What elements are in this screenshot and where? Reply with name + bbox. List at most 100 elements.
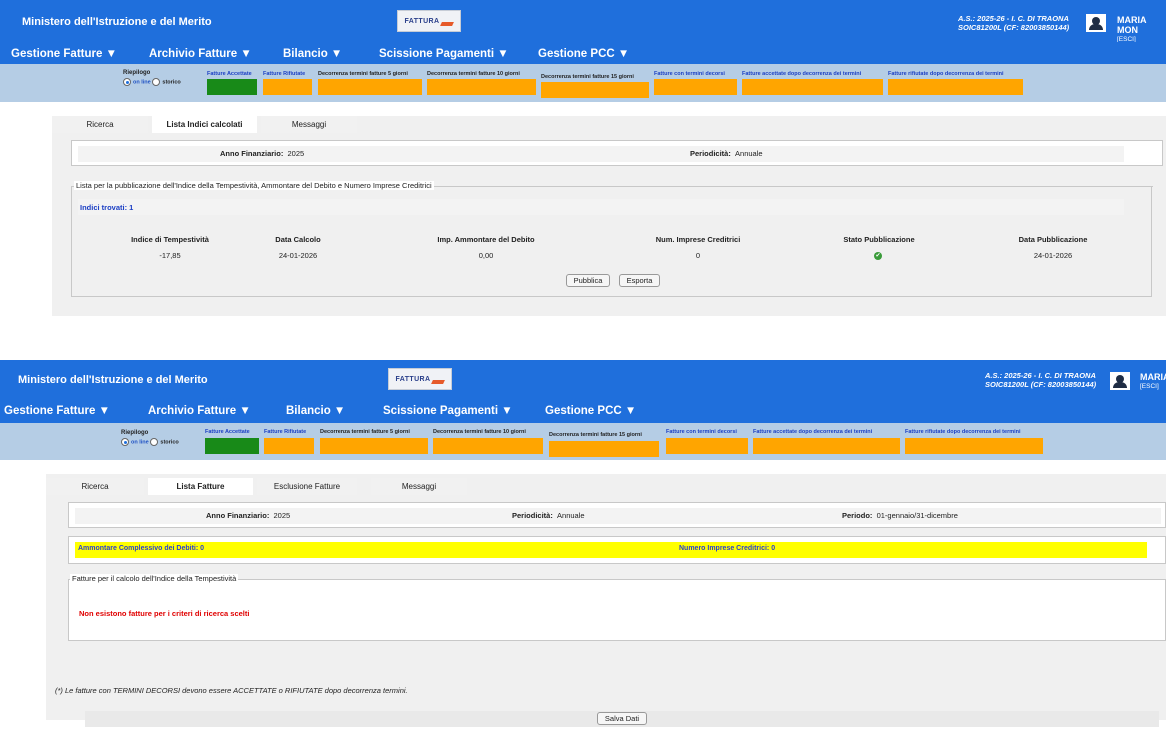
col-data-calcolo: Data Calcolo	[275, 235, 321, 244]
stat-accettate-box[interactable]	[207, 79, 257, 95]
col-stato: Stato Pubblicazione	[843, 235, 915, 244]
totals-box: Ammontare Complessivo dei Debiti: 0 Nume…	[68, 536, 1166, 564]
stat-decorsi-box[interactable]	[666, 438, 748, 454]
stat-rifiutate-box[interactable]	[264, 438, 314, 454]
stat-15giorni-box[interactable]	[541, 82, 649, 98]
stat-rifiutate-box[interactable]	[263, 79, 312, 95]
periodicita-label: Periodicità: Annuale	[512, 511, 585, 520]
stat-decorsi-label[interactable]: Fatture con termini decorsi	[654, 71, 725, 77]
radio-storico[interactable]	[152, 78, 161, 86]
main-menu-top: Gestione Fatture ▼ Archivio Fatture ▼ Bi…	[0, 42, 1166, 64]
exit-link[interactable]: [ESCI]	[1140, 382, 1166, 392]
user-name[interactable]: MARIA MON [ESCI]	[1117, 15, 1166, 45]
numero-imprese: Numero Imprese Creditrici: 0	[679, 545, 776, 552]
stat-acc-dopo-label[interactable]: Fatture accettate dopo decorrenza dei te…	[753, 429, 872, 435]
stat-accettate-label[interactable]: Fatture Accettate	[205, 429, 250, 435]
radio-storico[interactable]	[150, 438, 159, 446]
indici-found: Indici trovati: 1	[80, 203, 134, 212]
anno-label: Anno Finanziario: 2025	[220, 149, 305, 158]
tab-messaggi[interactable]: Messaggi	[261, 116, 357, 133]
menu-gestione-pcc[interactable]: Gestione PCC ▼	[538, 48, 629, 60]
stat-10giorni-box[interactable]	[427, 79, 536, 95]
content-panel-top: Ricerca Lista Indici calcolati Messaggi …	[52, 116, 1166, 316]
app-header-bottom: Ministero dell'Istruzione e del Merito F…	[0, 360, 1166, 399]
stat-decorsi-label[interactable]: Fatture con termini decorsi	[666, 429, 737, 435]
published-check-icon: ✔	[874, 252, 882, 260]
tab-lista-indici[interactable]: Lista Indici calcolati	[152, 116, 257, 133]
user-info: A.S.: 2025-26 - I. C. DI TRAONA SOIC8120…	[985, 371, 1097, 389]
riepilogo: Riepilogo on line storico	[123, 70, 181, 86]
menu-gestione-fatture[interactable]: Gestione Fatture ▼	[4, 405, 110, 417]
stat-15giorni-label[interactable]: Decorrenza termini fatture 15 giorni	[549, 432, 642, 438]
stat-rifiutate-label[interactable]: Fatture Rifiutate	[263, 71, 305, 77]
col-imprese: Num. Imprese Creditrici	[655, 235, 741, 244]
stat-5giorni-label[interactable]: Decorrenza termini fatture 5 giorni	[320, 429, 410, 435]
tab-esclusione-fatture[interactable]: Esclusione Fatture	[257, 478, 357, 495]
riepilogo: Riepilogo on line storico	[121, 430, 179, 446]
tab-ricerca[interactable]: Ricerca	[46, 478, 144, 495]
user-name[interactable]: MARIA [ESCI]	[1140, 372, 1166, 392]
anno-label: Anno Finanziario: 2025	[206, 511, 291, 520]
menu-gestione-fatture[interactable]: Gestione Fatture ▼	[11, 48, 117, 60]
avatar-icon[interactable]	[1086, 14, 1106, 32]
stat-acc-dopo-box[interactable]	[753, 438, 900, 454]
stat-10giorni-label[interactable]: Decorrenza termini fatture 10 giorni	[433, 429, 526, 435]
col-data-pubbl: Data Pubblicazione	[1018, 235, 1088, 244]
stat-10giorni-label[interactable]: Decorrenza termini fatture 10 giorni	[427, 71, 520, 77]
menu-bilancio[interactable]: Bilancio ▼	[286, 405, 345, 417]
app-header-top: Ministero dell'Istruzione e del Merito F…	[0, 0, 1166, 45]
col-indice: Indice di Tempestività	[131, 235, 209, 244]
stat-accettate-box[interactable]	[205, 438, 259, 454]
periodicita-label: Periodicità: Annuale	[690, 149, 763, 158]
menu-gestione-pcc[interactable]: Gestione PCC ▼	[545, 405, 636, 417]
user-info: A.S.: 2025-26 - I. C. DI TRAONA SOIC8120…	[958, 14, 1070, 32]
stat-acc-dopo-label[interactable]: Fatture accettate dopo decorrenza dei te…	[742, 71, 861, 77]
avatar-icon[interactable]	[1110, 372, 1130, 390]
status-strip-bottom: Riepilogo on line storico Fatture Accett…	[0, 423, 1166, 460]
periodo-label: Periodo: 01-gennaio/31-dicembre	[842, 511, 958, 520]
stat-decorsi-box[interactable]	[654, 79, 737, 95]
col-ammontare: Imp. Ammontare del Debito	[437, 235, 535, 244]
tab-messaggi[interactable]: Messaggi	[371, 478, 467, 495]
menu-archivio-fatture[interactable]: Archivio Fatture ▼	[148, 405, 251, 417]
menu-bilancio[interactable]: Bilancio ▼	[283, 48, 342, 60]
cell-indice: -17,85	[159, 251, 181, 260]
stat-rif-dopo-label[interactable]: Fatture rifiutate dopo decorrenza dei te…	[905, 429, 1021, 435]
stat-rif-dopo-box[interactable]	[905, 438, 1043, 454]
fatture-fieldset-legend: Fatture per il calcolo dell'Indice della…	[70, 574, 239, 583]
stat-rif-dopo-box[interactable]	[888, 79, 1023, 95]
main-menu-bottom: Gestione Fatture ▼ Archivio Fatture ▼ Bi…	[0, 399, 1166, 423]
stat-5giorni-box[interactable]	[320, 438, 428, 454]
menu-archivio-fatture[interactable]: Archivio Fatture ▼	[149, 48, 252, 60]
status-strip-top: Riepilogo on line storico Fatture Accett…	[0, 64, 1166, 102]
stat-15giorni-box[interactable]	[549, 441, 659, 457]
app-title: Ministero dell'Istruzione e del Merito	[22, 16, 212, 28]
stat-rif-dopo-label[interactable]: Fatture rifiutate dopo decorrenza dei te…	[888, 71, 1004, 77]
salva-dati-button[interactable]: Salva Dati	[597, 712, 647, 725]
tab-ricerca[interactable]: Ricerca	[52, 116, 148, 133]
stat-15giorni-label[interactable]: Decorrenza termini fatture 15 giorni	[541, 74, 634, 80]
stat-rifiutate-label[interactable]: Fatture Rifiutate	[264, 429, 306, 435]
cell-data-calcolo: 24-01-2026	[278, 251, 318, 260]
indici-fieldset-legend: Lista per la pubblicazione dell'Indice d…	[74, 181, 434, 190]
filters-box: Anno Finanziario: 2025 Periodicità: Annu…	[68, 502, 1166, 528]
stat-acc-dopo-box[interactable]	[742, 79, 883, 95]
app-title: Ministero dell'Istruzione e del Merito	[18, 374, 208, 386]
tab-lista-fatture[interactable]: Lista Fatture	[148, 478, 253, 495]
stat-5giorni-label[interactable]: Decorrenza termini fatture 5 giorni	[318, 71, 408, 77]
radio-online[interactable]	[121, 438, 129, 446]
stat-5giorni-box[interactable]	[318, 79, 422, 95]
menu-scissione-pagamenti[interactable]: Scissione Pagamenti ▼	[379, 48, 509, 60]
pubblica-button[interactable]: Pubblica	[566, 274, 610, 287]
empty-message: Non esistono fatture per i criteri di ri…	[79, 609, 250, 618]
fattura-logo: FATTURA	[397, 10, 461, 32]
footnote: (*) Le fatture con TERMINI DECORSI devon…	[55, 686, 408, 695]
esporta-button[interactable]: Esporta	[619, 274, 660, 287]
stat-accettate-label[interactable]: Fatture Accettate	[207, 71, 252, 77]
cell-data-pubbl: 24-01-2026	[1033, 251, 1073, 260]
menu-scissione-pagamenti[interactable]: Scissione Pagamenti ▼	[383, 405, 513, 417]
radio-online[interactable]	[123, 78, 131, 86]
stat-10giorni-box[interactable]	[433, 438, 543, 454]
content-panel-bottom: Ricerca Lista Fatture Esclusione Fatture…	[46, 474, 1166, 727]
ammontare-debiti: Ammontare Complessivo dei Debiti: 0	[78, 545, 205, 552]
